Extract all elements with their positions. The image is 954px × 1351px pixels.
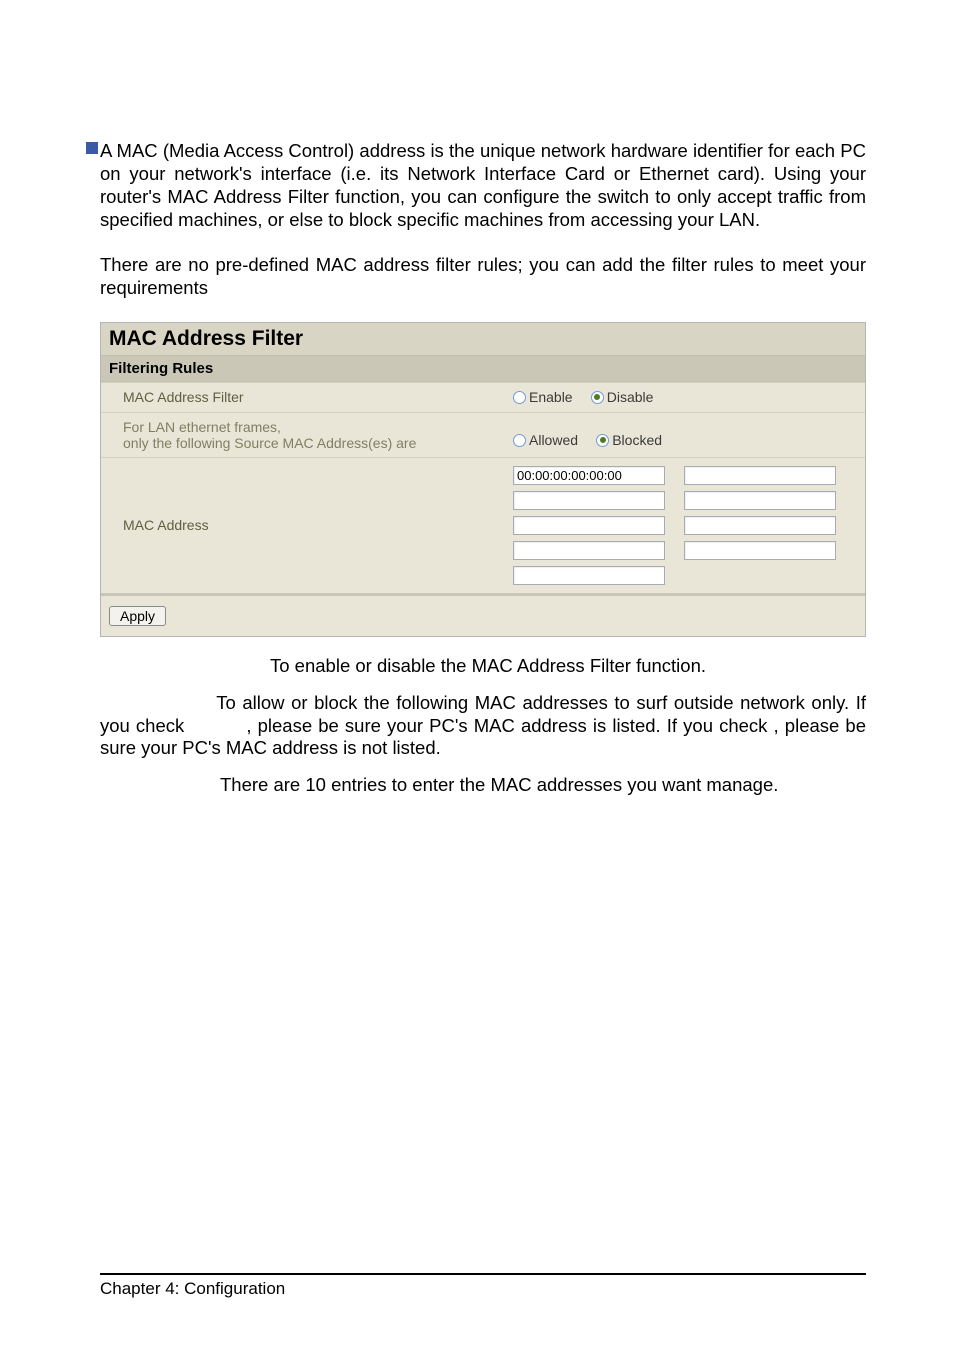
row-label-macaddress: MAC Address: [101, 457, 503, 593]
radio-disable[interactable]: [591, 391, 604, 404]
row-value-macaddress: [503, 457, 865, 593]
row-label-frames: For LAN ethernet frames, only the follow…: [101, 412, 503, 457]
mac-input-7[interactable]: [684, 541, 836, 560]
mac-input-0[interactable]: [513, 466, 665, 485]
panel-title: MAC Address Filter: [101, 323, 865, 356]
radio-allowed-wrap[interactable]: Allowed: [513, 432, 596, 449]
row-value-frames: Allowed Blocked: [503, 412, 865, 457]
row-label-frames-l1: For LAN ethernet frames,: [123, 419, 281, 435]
section-marker: [86, 142, 98, 154]
settings-table: MAC Address Filter Enable Disable For LA…: [101, 382, 865, 593]
desc-mac-address: There are 10 entries to enter the MAC ad…: [100, 774, 866, 797]
footer: Chapter 4: Configuration: [100, 1273, 866, 1299]
description-list: To enable or disable the MAC Address Fil…: [100, 655, 866, 798]
radio-enable[interactable]: [513, 391, 526, 404]
desc-allowed-blocked: To allow or block the following MAC addr…: [100, 692, 866, 761]
mac-input-3[interactable]: [684, 491, 836, 510]
radio-enable-wrap[interactable]: Enable: [513, 389, 591, 406]
row-label-macfilter: MAC Address Filter: [101, 382, 503, 412]
row-label-frames-l2: only the following Source MAC Address(es…: [123, 435, 416, 451]
mac-input-2[interactable]: [513, 491, 665, 510]
mac-filter-panel: MAC Address Filter Filtering Rules MAC A…: [100, 322, 866, 637]
mac-input-1[interactable]: [684, 466, 836, 485]
apply-button[interactable]: Apply: [109, 606, 166, 626]
page-content: A MAC (Media Access Control) address is …: [0, 0, 954, 797]
desc-mac-filter: To enable or disable the MAC Address Fil…: [100, 655, 866, 678]
intro-paragraph-2: There are no pre-defined MAC address fil…: [100, 254, 866, 300]
mac-input-8[interactable]: [513, 566, 665, 585]
mac-input-6[interactable]: [513, 541, 665, 560]
panel-subtitle: Filtering Rules: [101, 356, 865, 382]
mac-input-grid: [513, 466, 855, 585]
radio-blocked-wrap[interactable]: Blocked: [596, 432, 676, 449]
mac-input-4[interactable]: [513, 516, 665, 535]
row-value-macfilter: Enable Disable: [503, 382, 865, 412]
intro-paragraph-1: A MAC (Media Access Control) address is …: [100, 140, 866, 232]
apply-row: Apply: [101, 593, 865, 636]
radio-blocked[interactable]: [596, 434, 609, 447]
mac-input-5[interactable]: [684, 516, 836, 535]
footer-text: Chapter 4: Configuration: [100, 1279, 285, 1298]
radio-disable-wrap[interactable]: Disable: [591, 389, 668, 406]
radio-allowed[interactable]: [513, 434, 526, 447]
